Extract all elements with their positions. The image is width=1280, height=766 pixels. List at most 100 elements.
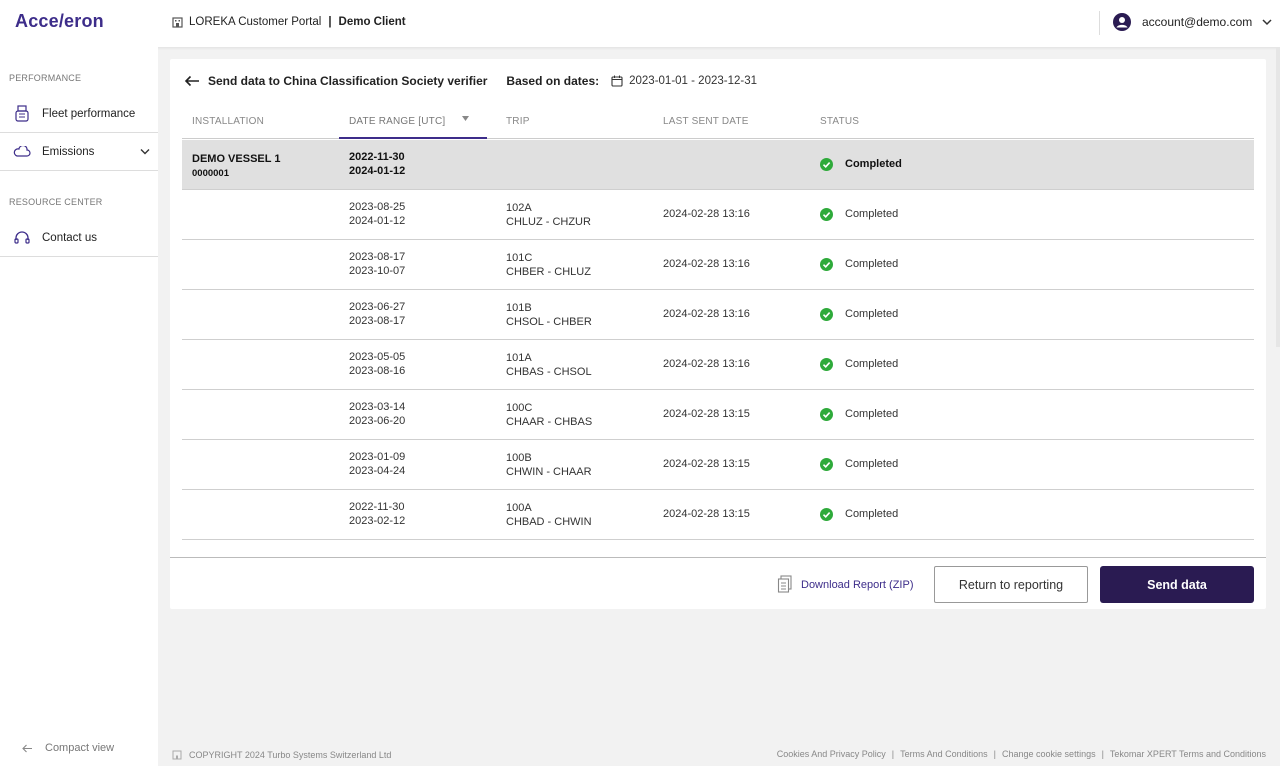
trip-cell: 101B CHSOL - CHBER bbox=[506, 302, 592, 329]
compact-view-toggle[interactable]: Compact view bbox=[22, 742, 114, 754]
range-end: 2023-04-24 bbox=[349, 464, 406, 477]
table-row[interactable]: 2023-01-09 2023-04-24 100B CHWIN - CHAAR 2… bbox=[182, 440, 1254, 490]
compact-view-label: Compact view bbox=[45, 742, 115, 754]
account-menu[interactable]: account@demo.com bbox=[1113, 13, 1272, 31]
table-header: INSTALLATION DATE RANGE [UTC] TRIP LAST … bbox=[182, 108, 1254, 139]
status-text: Completed bbox=[845, 408, 899, 420]
status-cell: Completed bbox=[820, 208, 898, 222]
range-end: 2023-08-17 bbox=[349, 314, 406, 327]
main-card: Send data to China Classification Societ… bbox=[170, 59, 1266, 609]
date-range-cell: 2023-03-14 2023-06-20 bbox=[349, 401, 405, 428]
trip-cell: 102A CHLUZ - CHZUR bbox=[506, 202, 591, 229]
portal-name[interactable]: LOREKA Customer Portal bbox=[189, 16, 321, 28]
sidebar-item-label: Fleet performance bbox=[42, 108, 136, 120]
cookies-policy-link[interactable]: Cookies And Privacy Policy bbox=[777, 749, 886, 759]
sidebar-item-label: Contact us bbox=[42, 232, 97, 244]
last-sent-cell: 2024-02-28 13:15 bbox=[663, 408, 750, 420]
title-row: Send data to China Classification Societ… bbox=[184, 74, 757, 88]
top-header: Acce/eron LOREKA Customer Portal | Demo … bbox=[0, 0, 1280, 47]
trip-route: CHAAR - CHBAS bbox=[506, 415, 593, 428]
sidebar: PERFORMANCE Fleet performance Emissions … bbox=[0, 47, 158, 766]
installation-cell: DEMO VESSEL 1 0000001 bbox=[192, 153, 280, 180]
section-performance: PERFORMANCE bbox=[9, 73, 82, 83]
download-report-link[interactable]: Download Report (ZIP) bbox=[777, 575, 914, 594]
table-row[interactable]: 2023-03-14 2023-06-20 100C CHAAR - CHBAS 2… bbox=[182, 390, 1254, 440]
table-group-row[interactable]: DEMO VESSEL 1 0000001 2022-11-30 2024-01… bbox=[182, 140, 1254, 190]
building-icon bbox=[172, 17, 183, 28]
trip-route: CHBAD - CHWIN bbox=[506, 515, 592, 528]
trip-id: 100C bbox=[506, 402, 533, 414]
check-circle-icon bbox=[820, 308, 833, 322]
last-sent-cell: 2024-02-28 13:16 bbox=[663, 358, 750, 370]
status-text: Completed bbox=[845, 308, 899, 320]
account-icon bbox=[1113, 13, 1131, 31]
trip-cell: 100A CHBAD - CHWIN bbox=[506, 502, 592, 529]
footer-links: Cookies And Privacy Policy | Terms And C… bbox=[777, 749, 1266, 759]
status-text: Completed bbox=[845, 208, 899, 220]
status-text: Completed bbox=[845, 358, 899, 370]
trip-cell: 101C CHBER - CHLUZ bbox=[506, 252, 591, 279]
status-text: Completed bbox=[845, 158, 902, 170]
range-end: 2023-08-16 bbox=[349, 364, 406, 377]
send-data-button[interactable]: Send data bbox=[1100, 566, 1254, 603]
sort-indicator bbox=[339, 137, 487, 139]
copyright-text: COPYRIGHT 2024 Turbo Systems Switzerland… bbox=[189, 749, 392, 760]
column-date-range[interactable]: DATE RANGE [UTC] bbox=[349, 116, 445, 127]
sidebar-item-fleet-performance[interactable]: Fleet performance bbox=[0, 96, 158, 133]
range-end: 2023-06-20 bbox=[349, 414, 406, 427]
range-start: 2023-03-14 bbox=[349, 401, 406, 413]
terms-link[interactable]: Terms And Conditions bbox=[900, 749, 988, 759]
table-row[interactable]: 2023-06-27 2023-08-17 101B CHSOL - CHBER 2… bbox=[182, 290, 1254, 340]
check-circle-icon bbox=[820, 158, 833, 172]
range-start: 2023-08-17 bbox=[349, 251, 406, 263]
date-range-cell: 2023-08-25 2024-01-12 bbox=[349, 201, 405, 228]
range-start: 2023-06-27 bbox=[349, 301, 406, 313]
date-range-cell: 2023-06-27 2023-08-17 bbox=[349, 301, 405, 328]
scrollbar[interactable] bbox=[1276, 47, 1280, 347]
check-circle-icon bbox=[820, 258, 833, 272]
tekomar-terms-link[interactable]: Tekomar XPERT Terms and Conditions bbox=[1110, 749, 1266, 759]
column-installation: INSTALLATION bbox=[192, 116, 265, 127]
cookie-settings-link[interactable]: Change cookie settings bbox=[1002, 749, 1096, 759]
trip-id: 101C bbox=[506, 252, 533, 264]
status-cell: Completed bbox=[820, 308, 898, 322]
range-end: 2023-02-12 bbox=[349, 514, 406, 527]
arrow-left-icon[interactable] bbox=[184, 75, 200, 87]
document-icon bbox=[777, 575, 792, 593]
column-trip: TRIP bbox=[506, 116, 530, 127]
sidebar-item-contact[interactable]: Contact us bbox=[0, 220, 158, 257]
building-icon bbox=[172, 750, 182, 760]
range-end: 2023-10-07 bbox=[349, 264, 406, 277]
section-resource-center: RESOURCE CENTER bbox=[9, 197, 103, 207]
status-cell: Completed bbox=[820, 408, 898, 422]
header-divider bbox=[1099, 11, 1100, 35]
sort-caret-icon[interactable] bbox=[462, 116, 469, 121]
headset-icon bbox=[12, 230, 32, 246]
return-to-reporting-button[interactable]: Return to reporting bbox=[934, 566, 1088, 603]
chevron-down-icon bbox=[1262, 19, 1272, 26]
trip-id: 100A bbox=[506, 502, 532, 514]
column-status: STATUS bbox=[820, 116, 860, 127]
date-range-cell: 2022-11-30 2024-01-12 bbox=[349, 151, 405, 178]
status-cell: Completed bbox=[820, 158, 902, 172]
last-sent-cell: 2024-02-28 13:15 bbox=[663, 458, 750, 470]
table-row[interactable]: 2023-05-05 2023-08-16 101A CHBAS - CHSOL 2… bbox=[182, 340, 1254, 390]
vessel-id: 0000001 bbox=[192, 167, 229, 179]
table-row[interactable]: 2022-11-30 2023-02-12 100A CHBAD - CHWIN 2… bbox=[182, 490, 1254, 540]
chevron-down-icon[interactable] bbox=[140, 148, 150, 155]
sidebar-item-emissions[interactable]: Emissions bbox=[0, 134, 158, 171]
table-row[interactable]: 2023-08-17 2023-10-07 101C CHBER - CHLUZ 2… bbox=[182, 240, 1254, 290]
trip-cell: 100C CHAAR - CHBAS bbox=[506, 402, 592, 429]
date-range-cell: 2023-08-17 2023-10-07 bbox=[349, 251, 405, 278]
range-start: 2023-08-25 bbox=[349, 201, 406, 213]
sidebar-item-label: Emissions bbox=[42, 146, 95, 158]
download-report-label: Download Report (ZIP) bbox=[801, 578, 914, 591]
status-cell: Completed bbox=[820, 258, 898, 272]
client-name[interactable]: Demo Client bbox=[339, 16, 406, 28]
table-body: DEMO VESSEL 1 0000001 2022-11-30 2024-01… bbox=[182, 140, 1254, 540]
trip-id: 100B bbox=[506, 452, 532, 464]
breadcrumb: LOREKA Customer Portal | Demo Client bbox=[172, 16, 406, 28]
logo[interactable]: Acce/eron bbox=[15, 11, 104, 32]
table-row[interactable]: 2023-08-25 2024-01-12 102A CHLUZ - CHZUR 2… bbox=[182, 190, 1254, 240]
trip-cell: 101A CHBAS - CHSOL bbox=[506, 352, 592, 379]
